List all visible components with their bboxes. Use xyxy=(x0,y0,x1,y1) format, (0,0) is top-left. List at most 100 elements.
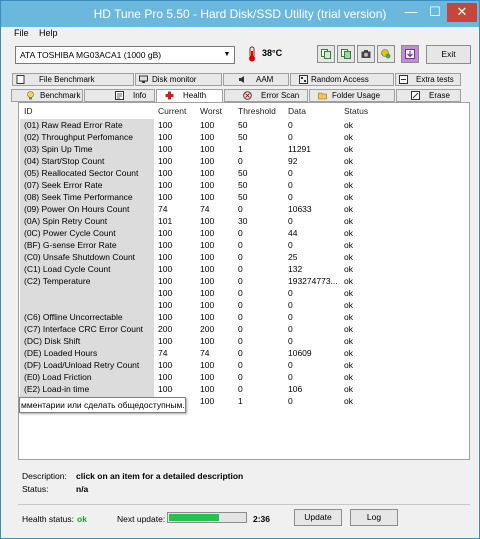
table-row[interactable]: (C2) Temperature 100 100 0 193274773... ok xyxy=(20,275,470,287)
temperature-value: 38°C xyxy=(262,48,283,58)
cell-worst: 200 xyxy=(200,324,215,334)
tab-info[interactable]: Info xyxy=(84,89,155,102)
settings-icon xyxy=(381,49,391,59)
cell-id: (E2) Load-in time xyxy=(20,383,154,395)
cell-threshold: 0 xyxy=(238,312,243,322)
table-row[interactable]: (E2) Load-in time 100 100 0 106 ok xyxy=(20,383,470,395)
table-row[interactable]: 100 100 0 0 ok xyxy=(20,287,470,299)
table-row[interactable]: (C0) Unsafe Shutdown Count 100 100 0 25 ok xyxy=(20,251,470,263)
cell-status: ok xyxy=(344,360,353,370)
cell-data: 10609 xyxy=(288,348,312,358)
camera-icon xyxy=(361,50,371,58)
cell-data: 0 xyxy=(288,180,293,190)
tab-health[interactable]: Health xyxy=(156,89,223,103)
table-row[interactable]: (0C) Power Cycle Count 100 100 0 44 ok xyxy=(20,227,470,239)
cell-worst: 100 xyxy=(200,228,215,238)
column-header-status[interactable]: Status xyxy=(344,106,368,116)
table-row[interactable]: (03) Spin Up Time 100 100 1 11291 ok xyxy=(20,143,470,155)
minimize-button[interactable]: — xyxy=(401,3,421,22)
table-row[interactable]: (02) Throughput Perfomance 100 100 50 0 ok xyxy=(20,131,470,143)
table-row[interactable]: (DF) Load/Unload Retry Count 100 100 0 0 ok xyxy=(20,359,470,371)
column-header-id[interactable]: ID xyxy=(24,106,33,116)
cell-threshold: 0 xyxy=(238,384,243,394)
menu-help[interactable]: Help xyxy=(39,28,58,38)
tab-benchmark[interactable]: Benchmark xyxy=(11,89,83,102)
column-header-current[interactable]: Current xyxy=(158,106,186,116)
table-row[interactable]: (0A) Spin Retry Count 101 100 30 0 ok xyxy=(20,215,470,227)
cell-worst: 100 xyxy=(200,156,215,166)
table-row[interactable]: (E0) Load Friction 100 100 0 0 ok xyxy=(20,371,470,383)
cell-worst: 100 xyxy=(200,192,215,202)
tab-aam[interactable]: AAM xyxy=(223,73,289,86)
table-row[interactable]: (07) Seek Error Rate 100 100 50 0 ok xyxy=(20,179,470,191)
cell-id: (DC) Disk Shift xyxy=(20,335,154,347)
tab-file-benchmark[interactable]: File Benchmark xyxy=(12,73,134,86)
info-icon xyxy=(115,91,124,100)
cell-data: 0 xyxy=(288,168,293,178)
table-row[interactable]: (09) Power On Hours Count 74 74 0 10633 ok xyxy=(20,203,470,215)
update-button[interactable]: Update xyxy=(294,509,342,526)
cell-data: 0 xyxy=(288,132,293,142)
cell-status: ok xyxy=(344,168,353,178)
chevron-down-icon: ▼ xyxy=(223,51,231,58)
title-bar[interactable]: HD Tune Pro 5.50 - Hard Disk/SSD Utility… xyxy=(1,1,479,27)
cell-status: ok xyxy=(344,192,353,202)
menu-file[interactable]: File xyxy=(14,28,29,38)
cell-current: 100 xyxy=(158,192,173,202)
cell-threshold: 0 xyxy=(238,252,243,262)
tab-erase[interactable]: Erase xyxy=(396,89,461,102)
screenshot-button[interactable] xyxy=(357,45,375,63)
cell-data: 0 xyxy=(288,396,293,406)
cell-data: 92 xyxy=(288,156,298,166)
column-header-data[interactable]: Data xyxy=(288,106,306,116)
cell-id: (09) Power On Hours Count xyxy=(20,203,154,215)
table-row[interactable]: (C6) Offline Uncorrectable 100 100 0 0 ok xyxy=(20,311,470,323)
tab-random-access[interactable]: Random Access xyxy=(290,73,394,86)
exit-button[interactable]: Exit xyxy=(426,45,471,64)
close-button[interactable]: ✕ xyxy=(447,3,477,22)
copy-all-button[interactable] xyxy=(337,45,355,63)
copy-info-button[interactable] xyxy=(317,45,335,63)
maximize-button[interactable]: ☐ xyxy=(425,3,445,22)
table-row[interactable]: (08) Seek Time Performance 100 100 50 0 ok xyxy=(20,191,470,203)
tab-label: File Benchmark xyxy=(39,75,95,84)
tab-label: Random Access xyxy=(311,75,369,84)
tab-label: Benchmark xyxy=(40,91,81,100)
copy-icon xyxy=(321,49,331,59)
log-button[interactable]: Log xyxy=(350,509,398,526)
cell-data: 10633 xyxy=(288,204,312,214)
table-row[interactable]: (05) Reallocated Sector Count 100 100 50 0 ok xyxy=(20,167,470,179)
cell-status: ok xyxy=(344,240,353,250)
table-row[interactable]: 100 100 0 0 ok xyxy=(20,299,470,311)
app-window: HD Tune Pro 5.50 - Hard Disk/SSD Utility… xyxy=(0,0,480,539)
table-row[interactable]: (DE) Loaded Hours 74 74 0 10609 ok xyxy=(20,347,470,359)
cell-worst: 100 xyxy=(200,288,215,298)
cell-threshold: 50 xyxy=(238,120,248,130)
cell-current: 100 xyxy=(158,312,173,322)
tab-error-scan[interactable]: Error Scan xyxy=(224,89,308,102)
cell-current: 100 xyxy=(158,336,173,346)
tab-extra-tests[interactable]: Extra tests xyxy=(395,73,461,86)
column-header-threshold[interactable]: Threshold xyxy=(238,106,276,116)
cell-id: (04) Start/Stop Count xyxy=(20,155,154,167)
cell-current: 100 xyxy=(158,264,173,274)
table-row[interactable]: (BF) G-sense Error Rate 100 100 0 0 ok xyxy=(20,239,470,251)
cell-data: 25 xyxy=(288,252,298,262)
tab-folder-usage[interactable]: Folder Usage xyxy=(309,89,395,102)
toolbar: ATA TOSHIBA MG03ACA1 (1000 gB) ▼ 38°C Ex… xyxy=(1,41,479,69)
cell-current: 74 xyxy=(158,348,168,358)
cell-worst: 100 xyxy=(200,144,215,154)
tab-disk-monitor[interactable]: Disk monitor xyxy=(135,73,222,86)
table-row[interactable]: (01) Raw Read Error Rate 100 100 50 0 ok xyxy=(20,119,470,131)
table-row[interactable]: (C1) Load Cycle Count 100 100 0 132 ok xyxy=(20,263,470,275)
options-button[interactable] xyxy=(377,45,395,63)
save-button[interactable] xyxy=(401,45,419,63)
table-row[interactable]: (04) Start/Stop Count 100 100 0 92 ok xyxy=(20,155,470,167)
table-row[interactable]: (C7) Interface CRC Error Count 200 200 0 0 ok xyxy=(20,323,470,335)
cell-data: 0 xyxy=(288,216,293,226)
tab-label: Extra tests xyxy=(416,75,454,84)
column-header-worst[interactable]: Worst xyxy=(200,106,222,116)
table-row[interactable]: (DC) Disk Shift 100 100 0 0 ok xyxy=(20,335,470,347)
drive-select[interactable]: ATA TOSHIBA MG03ACA1 (1000 gB) ▼ xyxy=(15,46,235,64)
cell-id: (0A) Spin Retry Count xyxy=(20,215,154,227)
